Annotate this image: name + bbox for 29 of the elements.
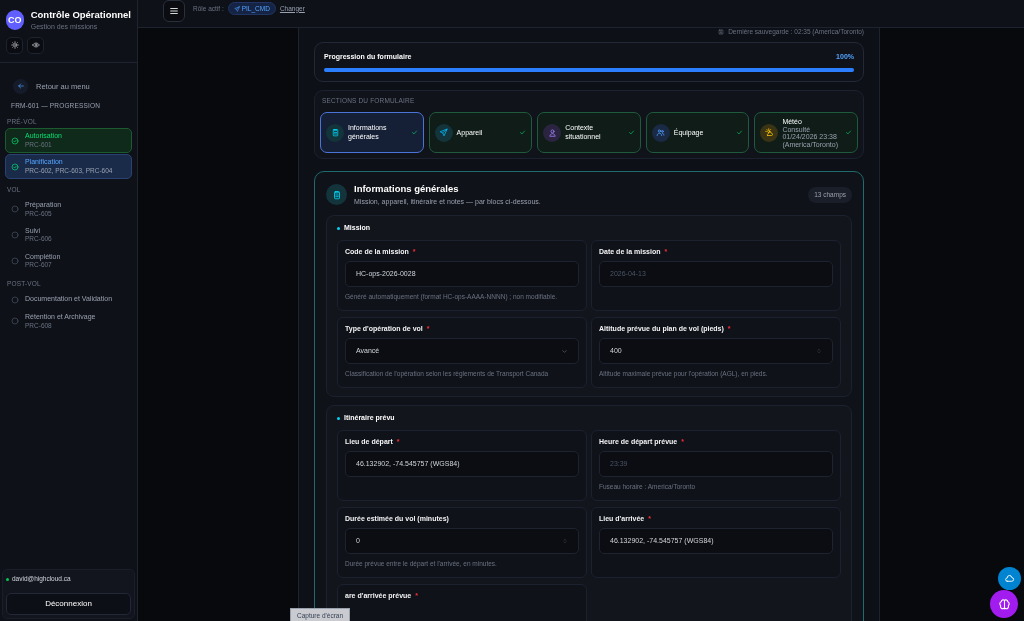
view-button[interactable] bbox=[27, 36, 44, 54]
logo-avatar: CO bbox=[6, 10, 24, 31]
arrow-left-icon bbox=[16, 82, 25, 91]
brain-icon bbox=[997, 597, 1011, 611]
sun-cloud-icon bbox=[764, 128, 774, 138]
cloud-icon bbox=[1004, 573, 1015, 584]
spinner-icon bbox=[816, 347, 822, 356]
check-icon bbox=[845, 129, 852, 137]
check-icon bbox=[410, 129, 418, 137]
plane-icon bbox=[233, 5, 240, 12]
person-icon bbox=[547, 128, 557, 138]
app-title: Contrôle Opérationnel bbox=[30, 8, 131, 22]
eye-icon bbox=[31, 41, 40, 50]
sun-icon bbox=[10, 41, 19, 50]
clipboard-icon bbox=[330, 128, 340, 138]
menu-icon bbox=[169, 5, 179, 16]
chevron-down-icon bbox=[561, 347, 568, 355]
check-icon bbox=[736, 129, 744, 137]
save-icon bbox=[718, 29, 725, 35]
check-icon bbox=[519, 129, 527, 137]
check-icon bbox=[627, 129, 635, 137]
panel-title: Informations générales bbox=[354, 182, 460, 197]
clipboard-icon bbox=[331, 189, 342, 200]
logout-button[interactable]: Déconnexion bbox=[6, 593, 131, 615]
theme-button[interactable] bbox=[6, 36, 23, 54]
spinner-icon bbox=[562, 537, 568, 546]
users-icon bbox=[656, 128, 666, 138]
menu-button[interactable] bbox=[163, 0, 185, 22]
plane-icon bbox=[439, 128, 449, 138]
